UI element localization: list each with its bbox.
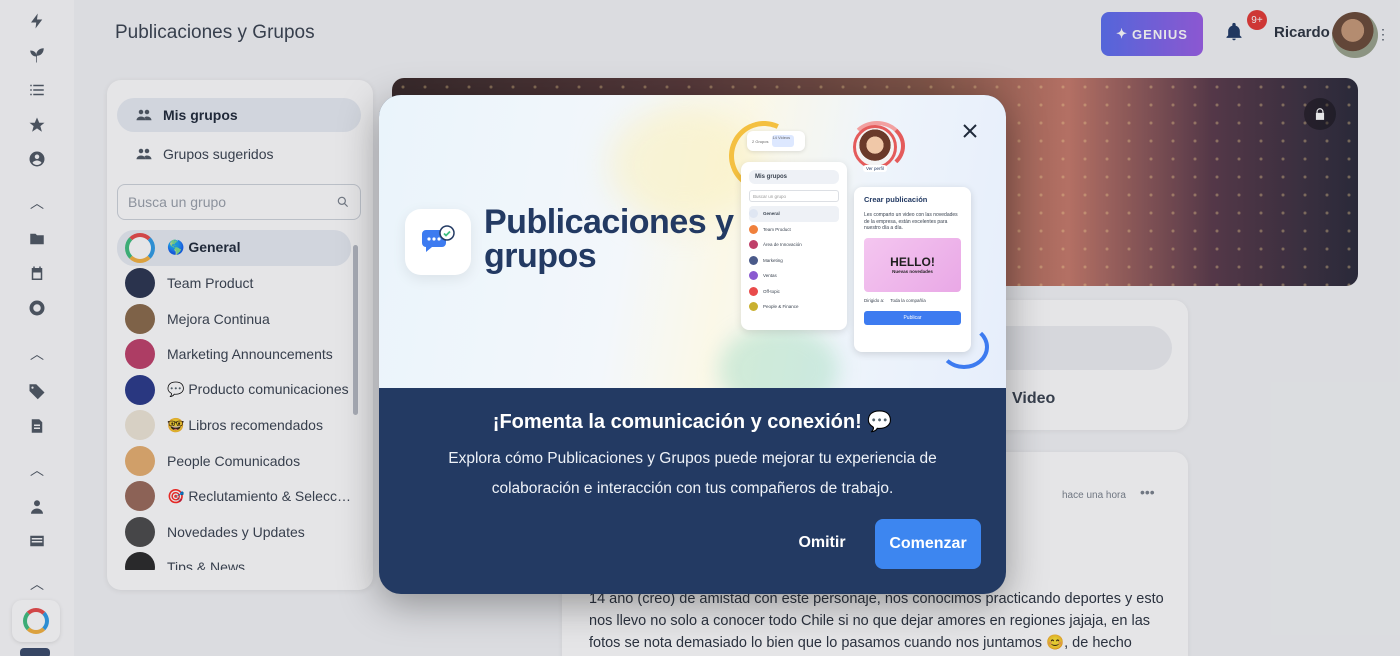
mock-chip-b: 14 Videos — [772, 135, 791, 140]
mock-publish-button: Publicar — [864, 310, 961, 325]
mock-group-row: Marketing — [749, 253, 839, 269]
mock-hello-sub: Nuevas novedades — [892, 269, 933, 274]
mock-profile-avatar — [853, 125, 897, 169]
modal-hero: Publicaciones y grupos 2 Grupos 14 Video… — [379, 95, 1006, 388]
mock-post-text: Les comparto un video con las novedades … — [864, 212, 958, 231]
decor-blob — [719, 325, 839, 388]
mock-group-name: People & Finance — [763, 304, 799, 310]
mock-group-row: Team Product — [749, 222, 839, 238]
mock-group-row: People & Finance — [749, 299, 839, 315]
mock-directed-label: Dirigido a: — [864, 297, 885, 303]
modal-hero-title: Publicaciones y grupos — [484, 203, 734, 275]
mock-groups-card: Mis grupos Buscar un grupo General Team … — [741, 162, 847, 330]
mock-group-name: Team Product — [763, 226, 791, 232]
mock-stats-chip: 2 Grupos 14 Videos — [747, 131, 805, 151]
mock-chip-box: 14 Videos — [772, 135, 795, 147]
mock-post-title: Crear publicación — [864, 195, 928, 204]
start-button[interactable]: Comenzar — [875, 519, 981, 569]
mock-group-name: Off-topic — [763, 288, 780, 294]
mock-group-name: Área de Innovación — [763, 242, 802, 248]
mock-profile-label: Ver perfil — [863, 165, 887, 172]
mock-group-row: Ventas — [749, 268, 839, 284]
mock-group-name: Ventas — [763, 273, 777, 279]
mock-hello-title: HELLO! — [890, 255, 935, 269]
mock-group-name: General — [763, 211, 780, 217]
mock-hello-image: HELLO! Nuevas novedades — [864, 237, 961, 292]
mock-group-row: Área de Innovación — [749, 237, 839, 253]
onboarding-modal: Publicaciones y grupos 2 Grupos 14 Video… — [379, 95, 1006, 594]
mock-directed-value: Toda la compañía — [890, 297, 926, 303]
mock-directed-row: Dirigido a: Toda la compañía — [864, 298, 961, 303]
mock-chip-a: 2 Grupos — [752, 138, 769, 144]
close-icon[interactable] — [958, 119, 982, 143]
mock-groups-search: Buscar un grupo — [749, 190, 839, 202]
chat-bubbles-icon — [405, 209, 471, 275]
modal-description: Explora cómo Publicaciones y Grupos pued… — [448, 450, 937, 497]
mock-group-name: Marketing — [763, 257, 783, 263]
skip-button[interactable]: Omitir — [791, 530, 853, 556]
decor-arc — [939, 325, 989, 369]
mock-groups-title: Mis grupos — [749, 170, 839, 184]
mock-group-row: Off-topic — [749, 284, 839, 300]
modal-heading: ¡Fomenta la comunicación y conexión! 💬 — [492, 411, 893, 433]
mock-group-row: General — [749, 206, 839, 222]
